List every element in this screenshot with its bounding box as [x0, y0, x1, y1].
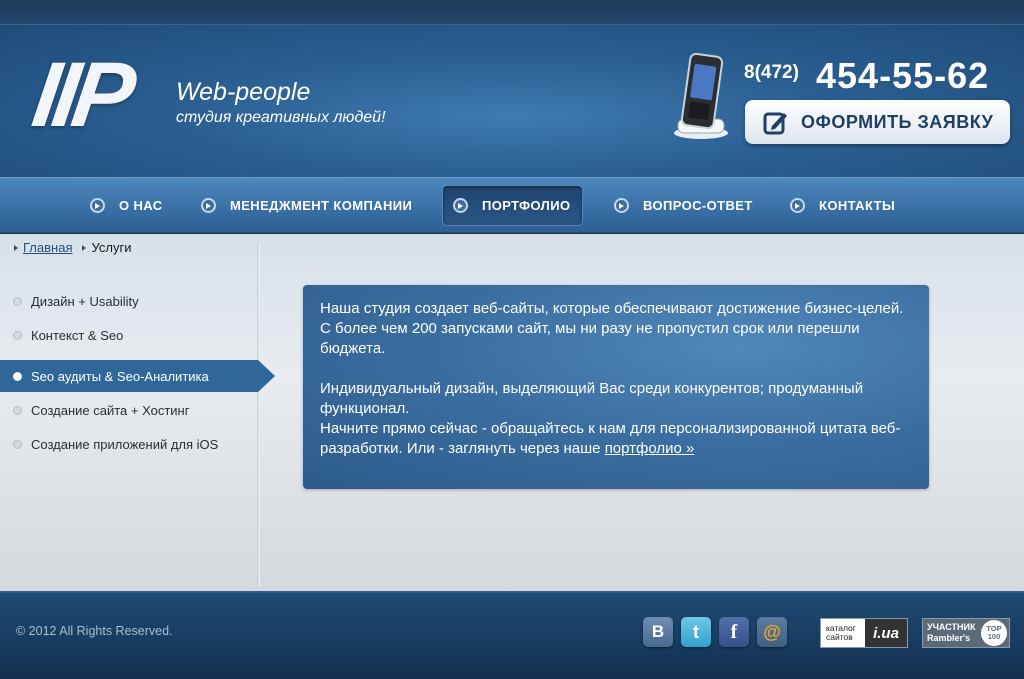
mail-icon[interactable]: @: [757, 617, 787, 647]
breadcrumb-current: Услуги: [91, 240, 132, 255]
info-box: Наша студия создает веб-сайты, которые о…: [303, 285, 929, 489]
nav-label: О НАС: [119, 198, 163, 213]
info-paragraph: Наша студия создает веб-сайты, которые о…: [320, 300, 904, 357]
bullet-icon: [13, 439, 22, 449]
pencil-note-icon: [763, 112, 787, 135]
nav-item-about[interactable]: О НАС: [90, 185, 173, 226]
breadcrumb-home-link[interactable]: Главная: [23, 240, 72, 255]
sidebar-item-ios-apps[interactable]: Создание приложений для iOS: [0, 428, 258, 460]
nav-bullet-icon: [614, 198, 629, 213]
breadcrumb: Главная Услуги: [14, 240, 131, 255]
nav-label: ПОРТФОЛИО: [482, 198, 571, 213]
header: IIP Web-people студия креативных людей! …: [0, 25, 1024, 177]
nav-bullet-icon: [201, 198, 216, 213]
order-request-label: ОФОРМИТЬ ЗАЯВКУ: [801, 111, 994, 132]
logo[interactable]: IIP: [27, 44, 136, 146]
brand-tagline: студия креативных людей!: [176, 109, 386, 126]
bullet-icon: [13, 371, 22, 381]
bullet-icon: [13, 296, 22, 306]
badge-mark: TOP 100: [981, 620, 1007, 646]
facebook-icon[interactable]: f: [719, 617, 749, 647]
nav-bullet-icon: [790, 198, 805, 213]
rambler-top100-badge[interactable]: УЧАСТНИК Rambler's TOP 100: [922, 618, 1010, 648]
top-strip: [0, 0, 1024, 25]
brand-name: Web-people: [176, 78, 311, 106]
sidebar-item-context-seo[interactable]: Контекст & Seo: [0, 319, 258, 351]
nav-label: КОНТАКТЫ: [819, 198, 896, 213]
main-nav: О НАС МЕНЕДЖМЕНТ КОМПАНИИ ПОРТФОЛИО ВОПР…: [0, 177, 1024, 233]
copyright: © 2012 All Rights Reserved.: [16, 624, 173, 638]
portfolio-link[interactable]: портфолио »: [605, 440, 695, 457]
info-paragraph: Индивидуальный дизайн, выделяющий Вас ср…: [320, 379, 912, 459]
nav-label: МЕНЕДЖМЕНТ КОМПАНИИ: [230, 198, 413, 213]
badge-mark: i.ua: [865, 619, 907, 647]
order-request-button[interactable]: ОФОРМИТЬ ЗАЯВКУ: [745, 100, 1010, 144]
sidebar-item-label: Контекст & Seo: [31, 327, 124, 343]
sidebar-item-design[interactable]: Дизайн + Usability: [0, 285, 258, 317]
nav-item-portfolio[interactable]: ПОРТФОЛИО: [442, 185, 584, 226]
sidebar-item-seo-audit[interactable]: Seo аудиты & Seo-Аналитика: [0, 360, 275, 392]
badge-label: каталог сайтов: [826, 623, 856, 642]
badge-label: УЧАСТНИК Rambler's: [927, 622, 976, 643]
nav-label: ВОПРОС-ОТВЕТ: [643, 198, 753, 213]
sidebar-item-label: Создание приложений для iOS: [31, 436, 219, 452]
info-paragraph-text: Индивидуальный дизайн, выделяющий Вас ср…: [320, 380, 864, 417]
nav-item-faq[interactable]: ВОПРОС-ОТВЕТ: [614, 185, 753, 226]
twitter-icon[interactable]: t: [681, 617, 711, 647]
phone-number[interactable]: 454-55-62: [816, 55, 989, 97]
nav-item-management[interactable]: МЕНЕДЖМЕНТ КОМПАНИИ: [201, 185, 412, 226]
phone-icon: [674, 53, 728, 139]
breadcrumb-arrow-icon: [82, 244, 87, 251]
bullet-icon: [13, 330, 22, 340]
sidebar-item-label: Дизайн + Usability: [31, 293, 139, 309]
nav-item-contacts[interactable]: КОНТАКТЫ: [790, 185, 895, 226]
bullet-icon: [13, 405, 22, 415]
sidebar-item-site-hosting[interactable]: Создание сайта + Хостинг: [0, 394, 258, 426]
nav-bullet-icon: [453, 198, 468, 213]
sidebar-item-label: Seo аудиты & Seo-Аналитика: [31, 368, 209, 384]
vk-icon[interactable]: B: [643, 617, 673, 647]
phone-prefix: 8(472): [744, 62, 799, 83]
iua-catalog-badge[interactable]: каталог сайтов i.ua: [820, 618, 908, 648]
nav-bullet-icon: [90, 198, 105, 213]
breadcrumb-arrow-icon: [14, 244, 18, 251]
sidebar-item-label: Создание сайта + Хостинг: [31, 402, 190, 418]
